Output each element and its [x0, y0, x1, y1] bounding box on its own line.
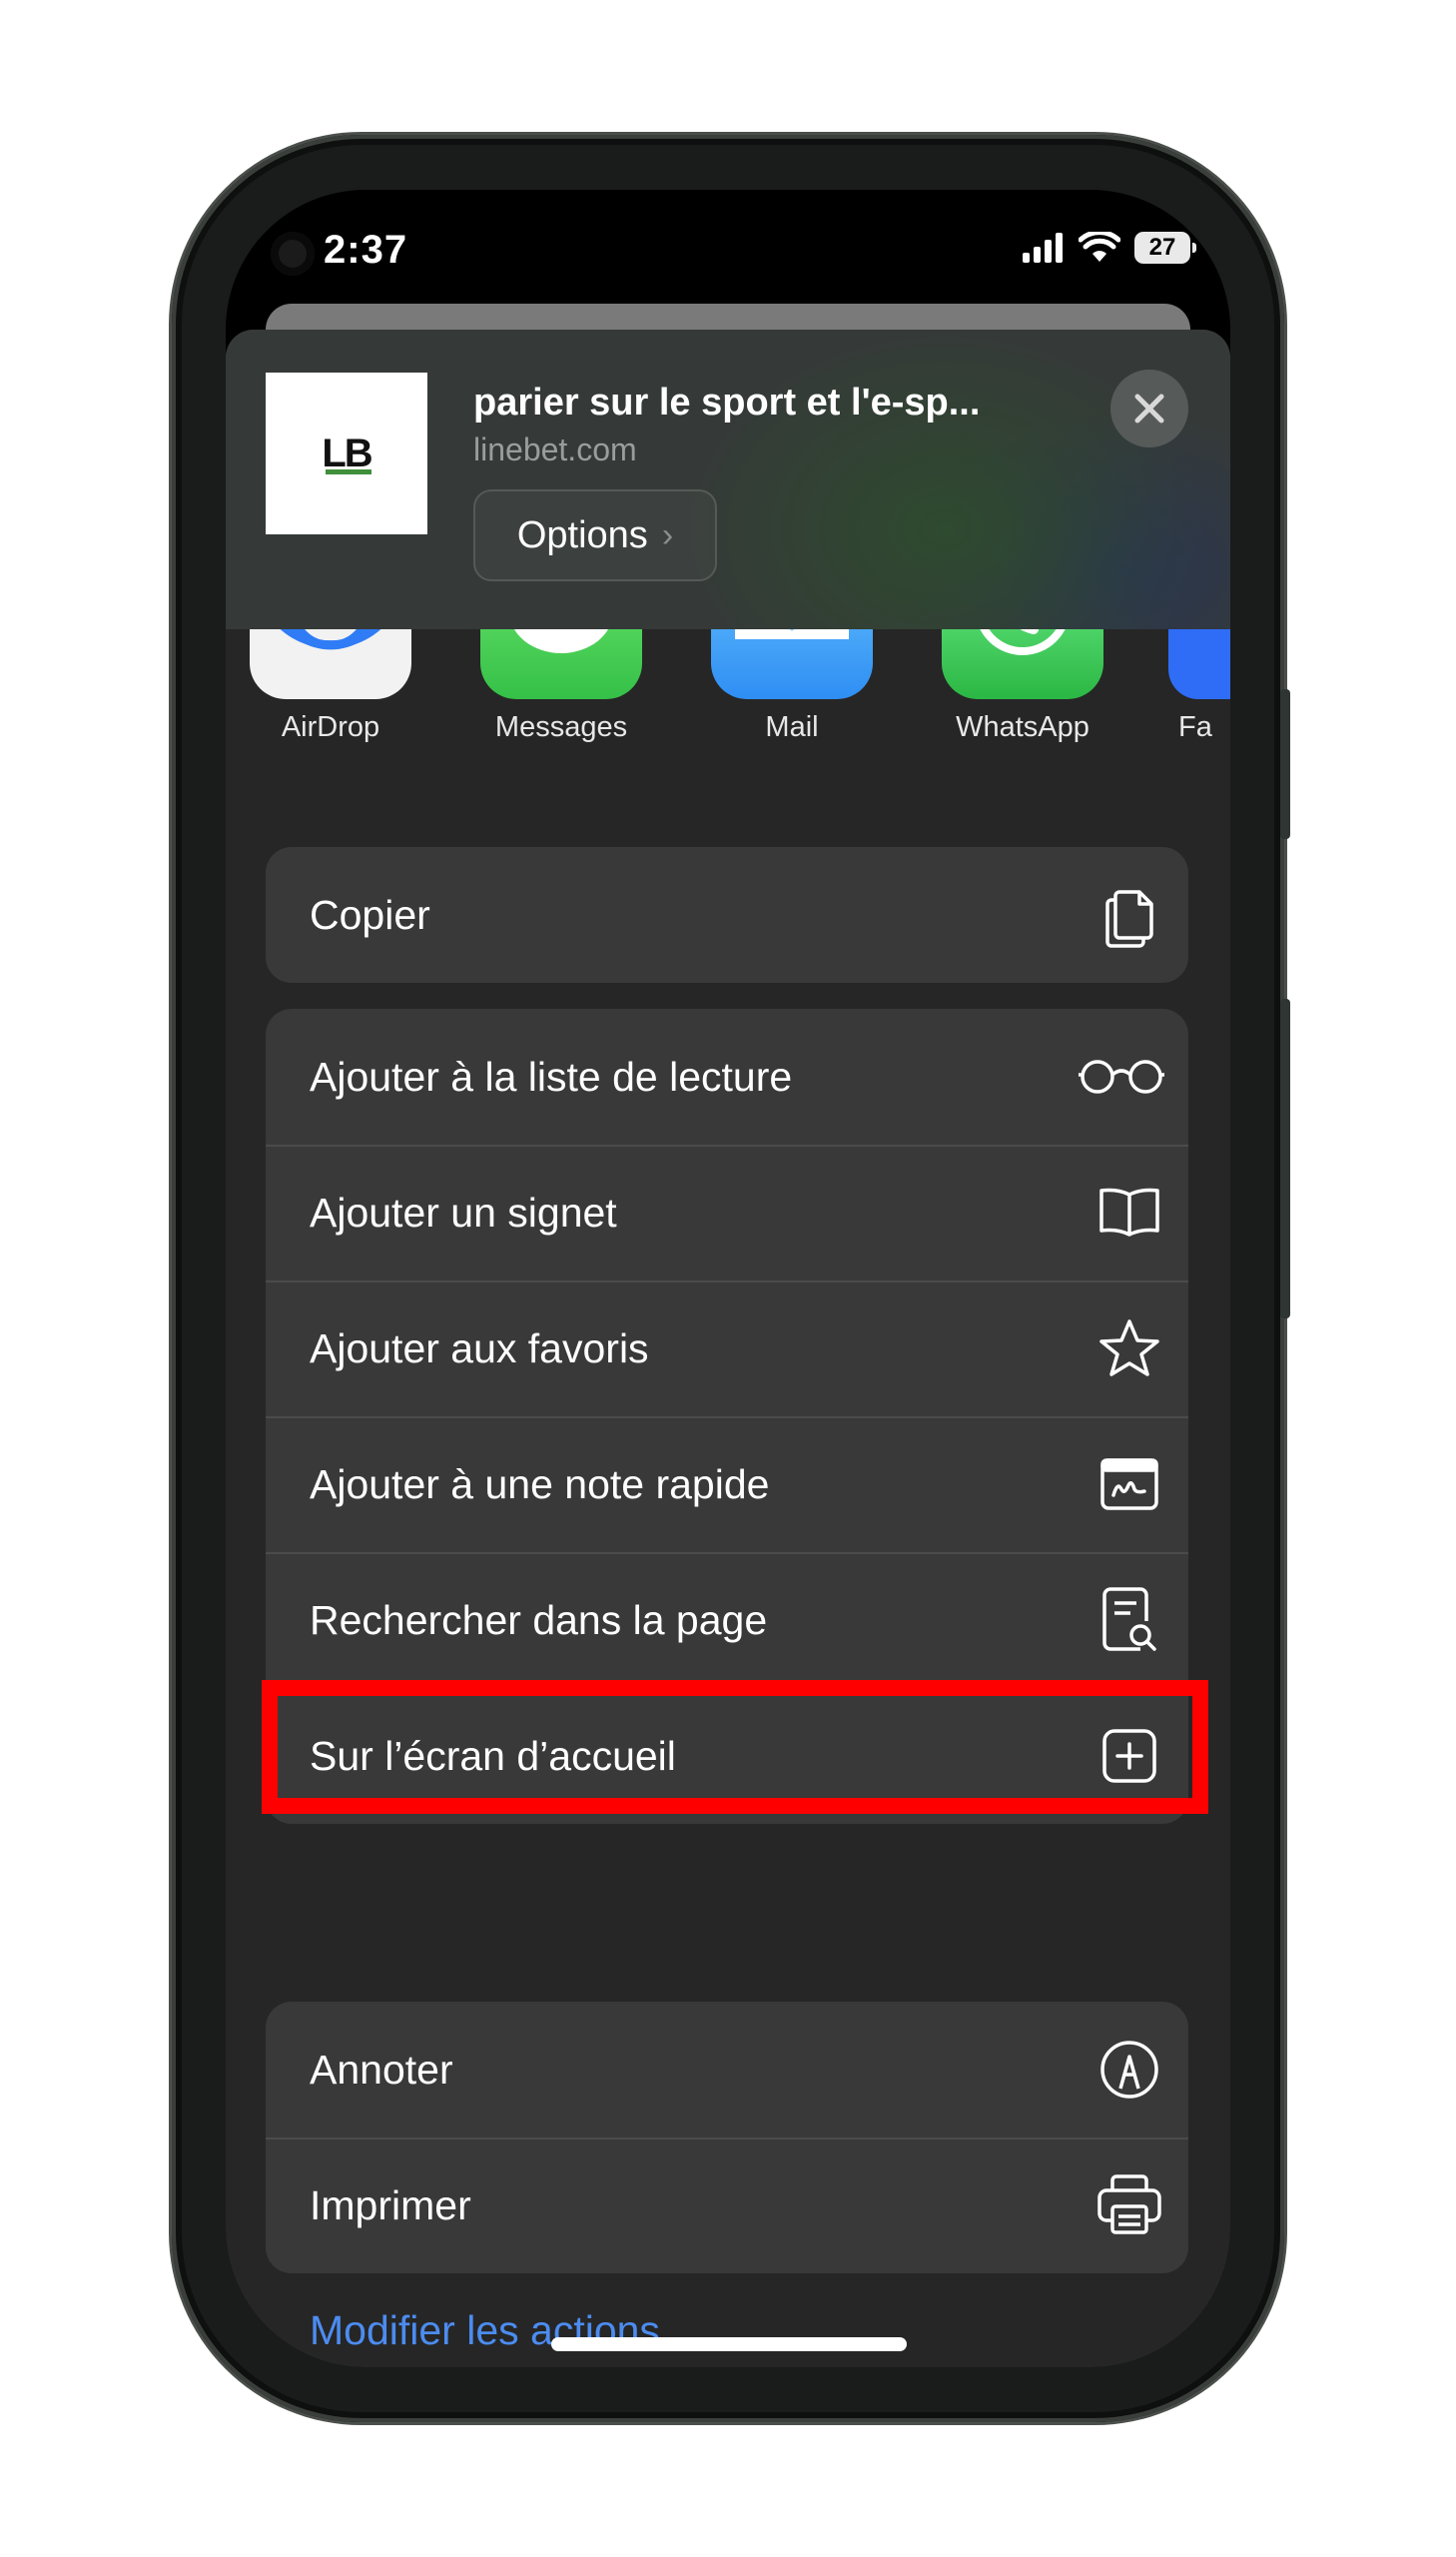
action-label: Ajouter aux favoris [310, 1324, 649, 1371]
action-label: Rechercher dans la page [310, 1596, 768, 1643]
copy-group: Copier [266, 847, 1188, 983]
markup-print-group: Annoter Imprimer [266, 2002, 1188, 2273]
action-label: Imprimer [310, 2181, 471, 2228]
options-button[interactable]: Options › [473, 489, 717, 581]
book-icon [1096, 1180, 1162, 1246]
volume-up-button [1280, 689, 1290, 839]
app-label: WhatsApp [956, 711, 1090, 743]
highlight-box [262, 1680, 1208, 1814]
page-title: parier sur le sport et l'e-sp... [473, 382, 981, 424]
action-label: Ajouter un signet [310, 1189, 617, 1236]
app-label: AirDrop [281, 711, 380, 743]
chevron-right-icon: › [661, 515, 674, 554]
action-print[interactable]: Imprimer [266, 2137, 1188, 2273]
printer-icon [1096, 2172, 1162, 2238]
action-label: Copier [310, 891, 430, 938]
action-copy[interactable]: Copier [266, 847, 1188, 983]
find-in-page-icon [1096, 1587, 1162, 1653]
page-url: linebet.com [473, 431, 637, 467]
action-quick-note[interactable]: Ajouter à une note rapide [266, 1416, 1188, 1552]
action-bookmark[interactable]: Ajouter un signet [266, 1145, 1188, 1280]
copy-icon [1096, 882, 1162, 948]
share-header: LB parier sur le sport et l'e-sp... line… [226, 330, 1230, 629]
app-label: Messages [494, 711, 628, 743]
battery-icon: 27 [1134, 232, 1196, 264]
app-label: Mail [765, 711, 819, 743]
action-label: Ajouter à une note rapide [310, 1460, 770, 1507]
close-button[interactable] [1110, 370, 1188, 447]
wifi-icon [1079, 232, 1120, 262]
action-find-in-page[interactable]: Rechercher dans la page [266, 1552, 1188, 1688]
action-markup[interactable]: Annoter [266, 2002, 1188, 2137]
action-favorites[interactable]: Ajouter aux favoris [266, 1280, 1188, 1416]
home-indicator [551, 2337, 907, 2351]
quick-note-icon [1096, 1451, 1162, 1517]
status-bar: 2:37 27 [226, 190, 1230, 320]
star-icon [1096, 1315, 1162, 1381]
share-sheet: LB parier sur le sport et l'e-sp... line… [226, 330, 1230, 2367]
signal-icon [1023, 233, 1063, 263]
phone-screen: 2:37 27 LB parier sur le sport et l'e-sp… [226, 190, 1230, 2367]
site-logo: LB [322, 430, 372, 475]
markup-icon [1096, 2037, 1162, 2103]
glasses-icon [1077, 1044, 1166, 1110]
action-reading-list[interactable]: Ajouter à la liste de lecture [266, 1009, 1188, 1145]
action-label: Ajouter à la liste de lecture [310, 1053, 793, 1100]
app-label: Fa [1178, 711, 1212, 743]
action-label: Annoter [310, 2046, 453, 2093]
status-time: 2:37 [324, 228, 408, 272]
close-icon [1134, 394, 1164, 424]
front-camera [271, 232, 315, 276]
status-icons: 27 [1023, 232, 1196, 264]
site-thumbnail: LB [266, 373, 427, 534]
volume-down-button [1280, 999, 1290, 1318]
options-label: Options [516, 513, 648, 556]
